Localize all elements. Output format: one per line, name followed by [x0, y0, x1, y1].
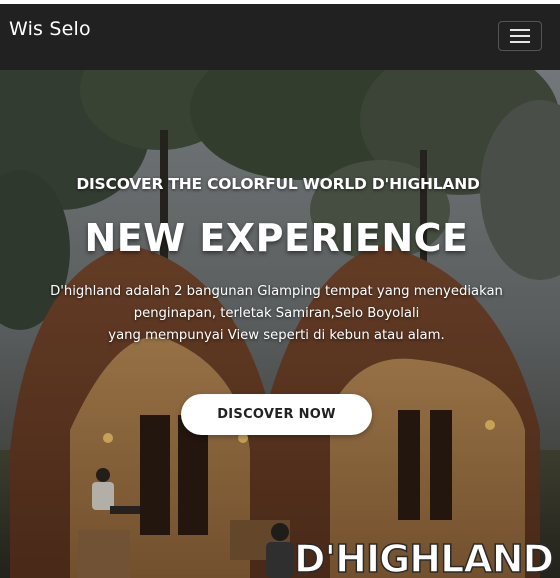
hero-description-line: D'highland adalah 2 bangunan Glamping te…	[50, 284, 503, 299]
hero-title: NEW EXPERIENCE	[84, 216, 469, 260]
hero-description-line: penginapan, terletak Samiran,Selo Boyola…	[133, 306, 420, 321]
dhighland-watermark-logo: D'HIGHLAND	[294, 536, 555, 578]
hero-description-line: yang mempunyai View seperti di kebun ata…	[108, 328, 445, 343]
brand-link[interactable]: Wis Selo	[9, 18, 91, 40]
hero-section: DISCOVER THE COLORFUL WORLD D'HIGHLAND N…	[0, 70, 560, 578]
discover-now-button[interactable]: DISCOVER NOW	[181, 394, 372, 435]
hamburger-menu-icon	[510, 29, 530, 43]
navbar: Wis Selo	[0, 4, 560, 70]
page: Wis Selo DISCOVER THE COLORFUL WORLD D'H…	[0, 0, 560, 578]
menu-toggle-button[interactable]	[498, 21, 542, 51]
svg-text:D'HIGHLAND: D'HIGHLAND	[294, 537, 553, 578]
hero-description: D'highland adalah 2 bangunan Glamping te…	[20, 281, 533, 347]
hero-subtitle: DISCOVER THE COLORFUL WORLD D'HIGHLAND	[76, 175, 480, 193]
